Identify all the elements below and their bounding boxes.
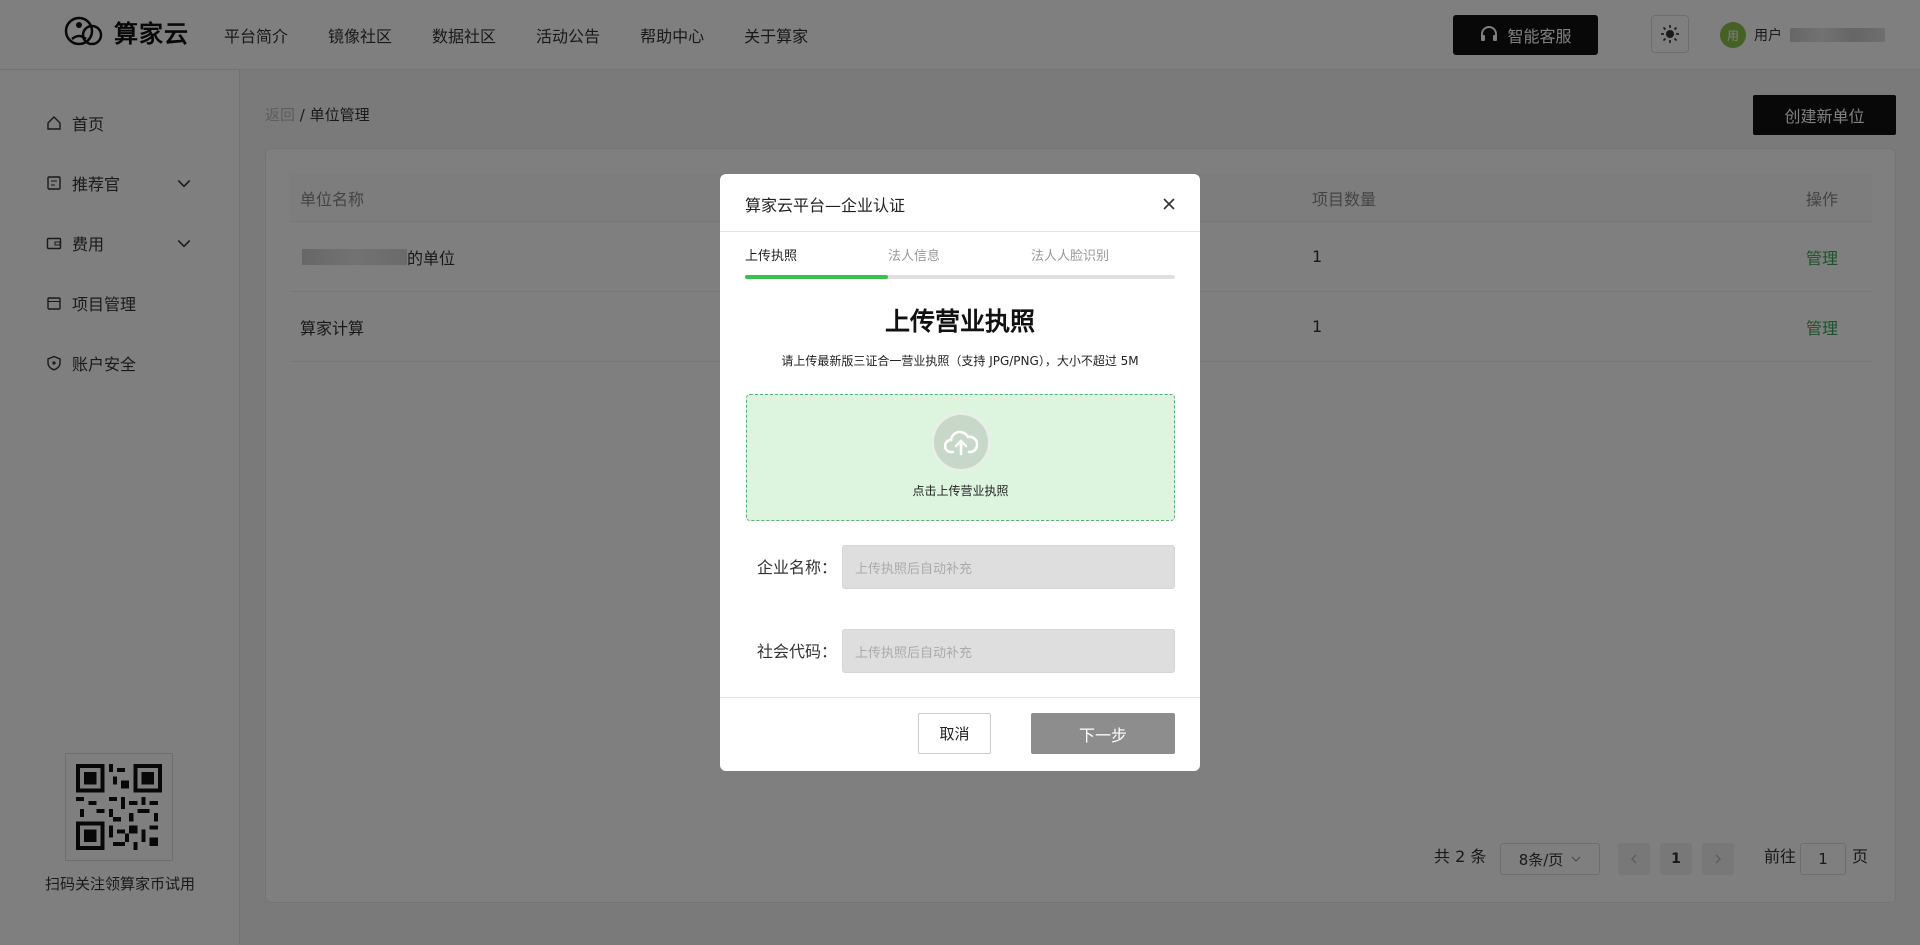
license-upload-dropzone[interactable]: 点击上传营业执照	[746, 394, 1175, 521]
step-progress-fill	[745, 275, 889, 279]
close-icon[interactable]	[1161, 196, 1177, 212]
upload-icon-circle	[931, 412, 991, 472]
cancel-button[interactable]: 取消	[918, 713, 991, 754]
upload-instructions: 请上传最新版三证合一营业执照（支持 JPG/PNG），大小不超过 5M	[781, 354, 1139, 368]
divider	[720, 697, 1200, 698]
social-code-label: 社会代码：	[757, 642, 838, 661]
enterprise-auth-dialog: 算家云平台—企业认证 上传执照 法人信息 法人人脸识别 上传营业执照 请上传最新…	[720, 174, 1200, 771]
upload-prompt: 点击上传营业执照	[912, 484, 1009, 498]
social-code-field[interactable]: 上传执照后自动补充	[842, 629, 1175, 673]
cloud-upload-icon	[944, 430, 978, 456]
company-name-field[interactable]: 上传执照后自动补充	[842, 545, 1175, 589]
next-step-button[interactable]: 下一步	[1031, 713, 1175, 754]
step-face-recognition: 法人人脸识别	[1031, 249, 1110, 264]
step-progress-bar	[745, 275, 1175, 279]
divider	[720, 231, 1200, 232]
step-legal-person-info: 法人信息	[888, 249, 941, 264]
company-name-label: 企业名称：	[757, 558, 838, 577]
step-upload-license: 上传执照	[745, 249, 798, 264]
upload-heading: 上传营业执照	[884, 307, 1035, 336]
dialog-title: 算家云平台—企业认证	[745, 196, 906, 215]
